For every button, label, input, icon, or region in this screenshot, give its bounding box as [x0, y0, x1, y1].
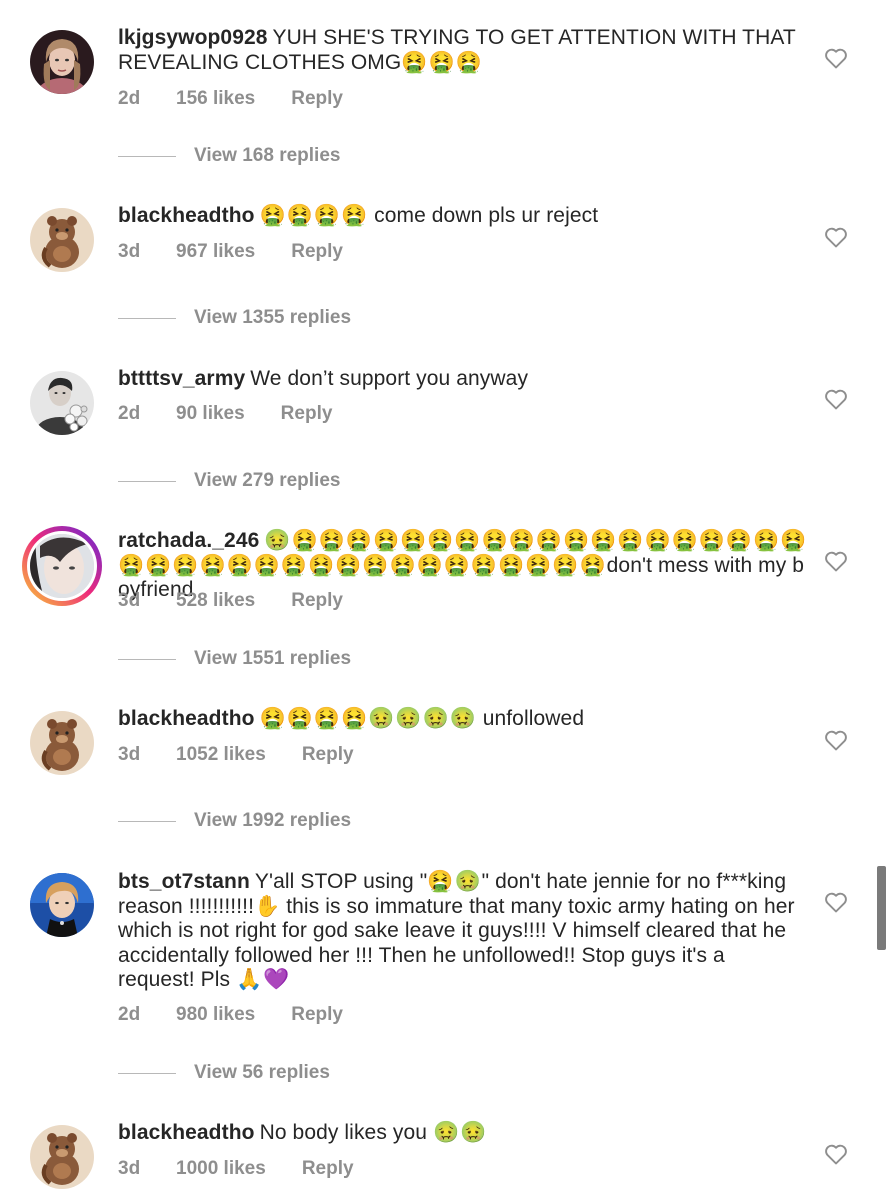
view-replies-label[interactable]: View 279 replies: [194, 470, 340, 492]
bear-avatar-icon[interactable]: [30, 208, 94, 272]
comment-username[interactable]: bttttsv_army: [118, 367, 245, 390]
likes-count[interactable]: 980 likes: [176, 1004, 255, 1026]
likes-count[interactable]: 967 likes: [176, 241, 255, 263]
portrait-avatar-icon[interactable]: [30, 873, 94, 937]
likes-count[interactable]: 1000 likes: [176, 1158, 266, 1180]
reply-button[interactable]: Reply: [281, 403, 333, 425]
comment-body: blackheadtho No body likes you 🤢🤢: [118, 1121, 808, 1146]
heart-outline-icon[interactable]: [824, 891, 848, 913]
comment-meta: 3d 528 likes Reply: [118, 590, 343, 612]
comment-body: lkjgsywop0928 YUH SHE'S TRYING TO GET ATT…: [118, 26, 808, 75]
bear-avatar-icon[interactable]: [30, 711, 94, 775]
emoji-group: 🤮🤮🤮🤮🤢🤢🤢🤢: [259, 707, 477, 730]
comment-time: 3d: [118, 744, 141, 765]
comment-body: blackheadtho 🤮🤮🤮🤮 come down pls ur reject: [118, 204, 808, 229]
hand-emoji: ✋: [254, 894, 281, 918]
scrollbar[interactable]: [877, 866, 886, 950]
heart-outline-icon[interactable]: [824, 550, 848, 572]
story-ring: [27, 531, 97, 601]
reply-button[interactable]: Reply: [291, 88, 343, 110]
view-replies-label[interactable]: View 1992 replies: [194, 810, 351, 832]
comment-time: 3d: [118, 1158, 141, 1179]
heart-outline-icon[interactable]: [824, 729, 848, 751]
comment-body: blackheadtho 🤮🤮🤮🤮🤢🤢🤢🤢 unfollowed: [118, 707, 808, 732]
emoji-group: 🙏💜: [236, 968, 291, 991]
emoji-group: 🤮🤮🤮: [401, 50, 483, 74]
view-replies-label[interactable]: View 168 replies: [194, 145, 340, 167]
reply-button[interactable]: Reply: [291, 241, 343, 263]
comment-username[interactable]: lkjgsywop0928: [118, 26, 268, 49]
emoji-group: 🤮🤢: [427, 870, 482, 893]
comment-time: 3d: [118, 590, 141, 611]
comment-body: bts_ot7stann Y'all STOP using "🤮🤢" don't …: [118, 870, 798, 993]
likes-count[interactable]: 90 likes: [176, 403, 245, 425]
comment-username[interactable]: ratchada._246: [118, 529, 259, 552]
emoji-group: 🤮🤮🤮🤮: [259, 204, 369, 227]
likes-count[interactable]: 528 likes: [176, 590, 255, 612]
comment-time: 2d: [118, 403, 141, 424]
comment-meta: 3d 1000 likes Reply: [118, 1158, 354, 1180]
reply-button[interactable]: Reply: [291, 1004, 343, 1026]
heart-outline-icon[interactable]: [824, 226, 848, 248]
replies-divider: [118, 481, 176, 482]
comment-time: 3d: [118, 241, 141, 262]
heart-outline-icon[interactable]: [824, 47, 848, 69]
comment-text: come down pls ur reject: [374, 204, 599, 227]
comment-text: We don’t support you anyway: [250, 367, 529, 390]
view-replies-label[interactable]: View 56 replies: [194, 1062, 330, 1084]
reply-button[interactable]: Reply: [302, 744, 354, 766]
flowers-avatar-icon[interactable]: [30, 371, 94, 435]
comment-username[interactable]: blackheadtho: [118, 707, 255, 730]
comment-username[interactable]: blackheadtho: [118, 1121, 255, 1144]
bear-avatar-icon[interactable]: [30, 1125, 94, 1189]
comment-meta: 2d 980 likes Reply: [118, 1004, 343, 1026]
reply-button[interactable]: Reply: [291, 590, 343, 612]
view-replies-label[interactable]: View 1551 replies: [194, 648, 351, 670]
comment-username[interactable]: bts_ot7stann: [118, 870, 250, 893]
comment-time: 2d: [118, 88, 141, 109]
comment-text: No body likes you: [259, 1121, 428, 1144]
comment-meta: 2d 90 likes Reply: [118, 403, 332, 425]
likes-count[interactable]: 1052 likes: [176, 744, 266, 766]
replies-divider: [118, 156, 176, 157]
comment-username[interactable]: blackheadtho: [118, 204, 255, 227]
emoji-group: 🤢🤢: [432, 1121, 488, 1144]
comment-time: 2d: [118, 1004, 141, 1025]
replies-divider: [118, 318, 176, 319]
portrait-avatar-icon[interactable]: [30, 30, 94, 94]
likes-count[interactable]: 156 likes: [176, 88, 255, 110]
face-avatar-icon[interactable]: [22, 526, 102, 606]
replies-divider: [118, 1073, 176, 1074]
comment-text: unfollowed: [482, 707, 585, 730]
heart-outline-icon[interactable]: [824, 1143, 848, 1165]
reply-button[interactable]: Reply: [302, 1158, 354, 1180]
heart-outline-icon[interactable]: [824, 388, 848, 410]
replies-divider: [118, 821, 176, 822]
comment-meta: 2d 156 likes Reply: [118, 88, 343, 110]
replies-divider: [118, 659, 176, 660]
comment-meta: 3d 967 likes Reply: [118, 241, 343, 263]
comment-body: bttttsv_army We don’t support you anyway: [118, 367, 808, 392]
comment-meta: 3d 1052 likes Reply: [118, 744, 354, 766]
comment-text-before: Y'all STOP using ": [254, 870, 428, 893]
view-replies-label[interactable]: View 1355 replies: [194, 307, 351, 329]
